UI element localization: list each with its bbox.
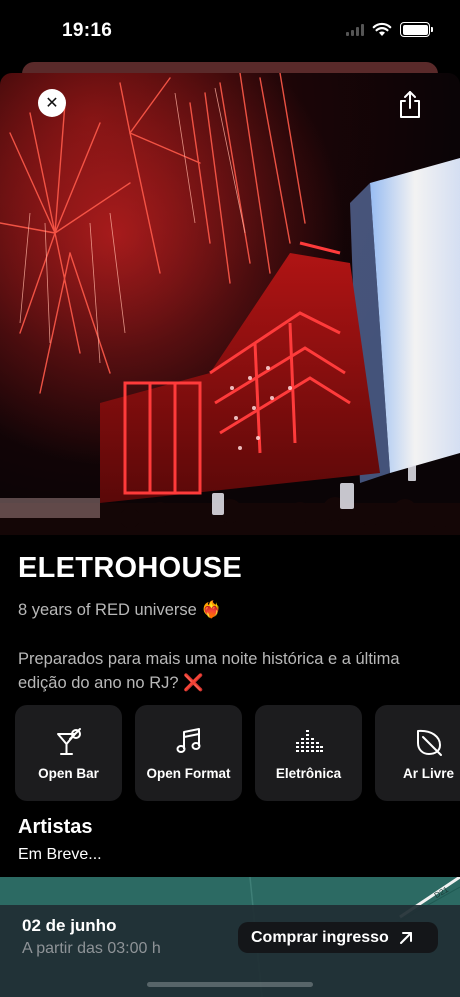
leaf-icon bbox=[416, 729, 442, 756]
feature-card-open-bar[interactable]: Open Bar bbox=[15, 705, 122, 801]
home-indicator bbox=[147, 982, 313, 987]
event-hero-image bbox=[0, 73, 460, 535]
status-icons bbox=[346, 22, 433, 37]
feature-label: Open Bar bbox=[38, 766, 99, 781]
feature-label: Ar Livre bbox=[402, 766, 455, 781]
share-button[interactable] bbox=[396, 90, 424, 120]
music-note-icon bbox=[176, 728, 200, 753]
signal-icon bbox=[346, 23, 364, 36]
event-description: Preparados para mais uma noite histórica… bbox=[18, 650, 400, 692]
buy-ticket-label: Comprar ingresso bbox=[251, 928, 389, 946]
close-icon: ✕ bbox=[45, 95, 59, 112]
feature-label: Open Format bbox=[146, 766, 231, 781]
feature-card-open-format[interactable]: Open Format bbox=[135, 705, 242, 801]
artists-value: Em Breve... bbox=[18, 846, 102, 863]
status-time: 19:16 bbox=[62, 20, 113, 41]
feature-card-eletronica[interactable]: Eletrônica bbox=[255, 705, 362, 801]
buy-ticket-button[interactable]: Comprar ingresso bbox=[238, 922, 438, 953]
artists-heading: Artistas bbox=[18, 816, 93, 838]
equalizer-icon bbox=[295, 730, 323, 752]
event-date: 02 de junho bbox=[22, 916, 117, 935]
cocktail-icon bbox=[56, 728, 81, 755]
event-subtitle: 8 years of RED universe ❤️‍🔥 bbox=[18, 601, 222, 619]
wifi-icon bbox=[372, 22, 392, 36]
close-button[interactable]: ✕ bbox=[38, 89, 66, 117]
event-time: A partir das 03:00 h bbox=[22, 940, 161, 957]
share-icon bbox=[400, 91, 420, 118]
battery-icon bbox=[400, 22, 433, 37]
event-title: ELETROHOUSE bbox=[18, 552, 243, 584]
arrow-up-right-icon bbox=[399, 931, 412, 944]
status-bar: 19:16 bbox=[0, 0, 460, 62]
feature-label: Eletrônica bbox=[275, 766, 342, 781]
feature-card-ar-livre[interactable]: Ar Livre bbox=[375, 705, 460, 801]
feature-list: Open Bar Open Format Eletrônica Ar Livre bbox=[15, 705, 460, 801]
